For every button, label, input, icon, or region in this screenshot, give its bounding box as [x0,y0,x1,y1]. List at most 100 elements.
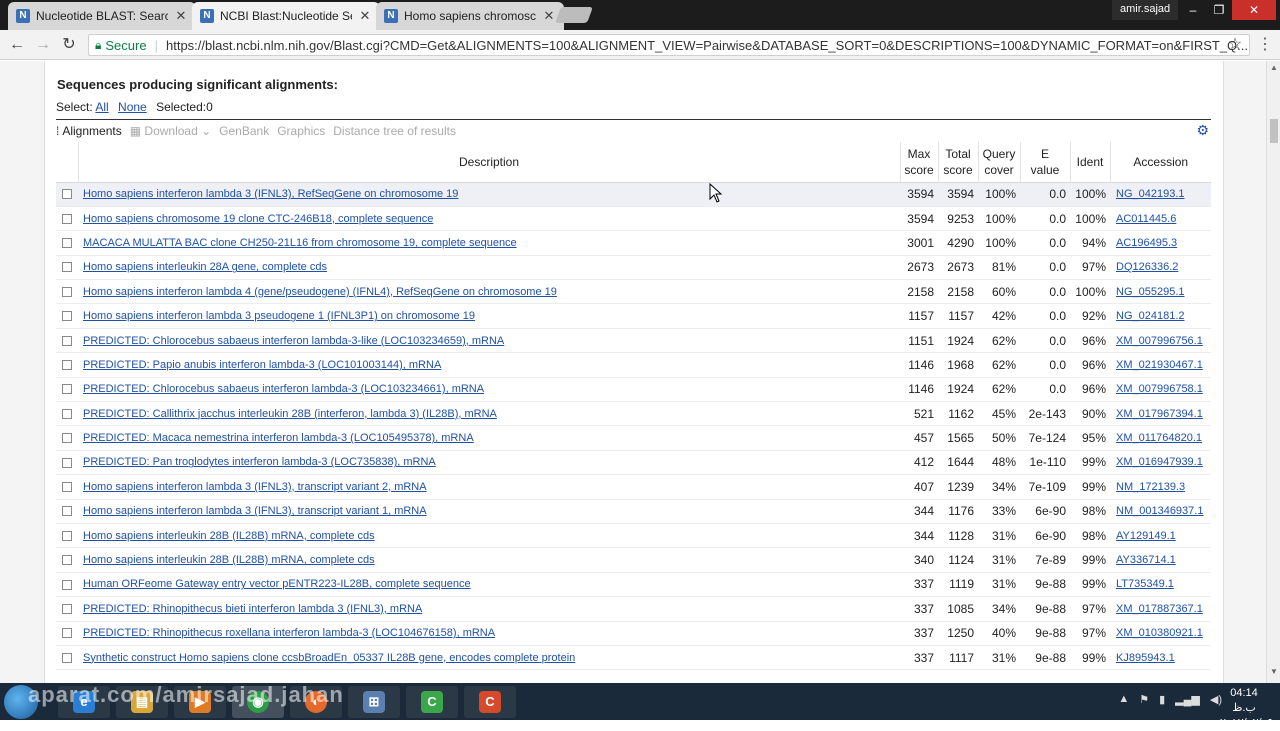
description-link[interactable]: PREDICTED: Chlorocebus sabaeus interfero… [83,335,504,347]
row-checkbox[interactable] [56,230,78,256]
description-link[interactable]: PREDICTED: Papio anubis interferon lambd… [83,359,441,371]
tab-homo-sapiens[interactable]: N Homo sapiens chromosc ✕ [376,2,564,30]
description-link[interactable]: Homo sapiens interferon lambda 3 (IFNL3)… [83,188,458,200]
system-clock[interactable]: 04:14 ب.ظ ۲۰۱۷/۰۲/۰۹ [1220,686,1273,731]
accession-link[interactable]: DQ126336.2 [1116,261,1178,273]
accession-link[interactable]: AC196495.3 [1116,237,1177,249]
row-checkbox[interactable] [56,474,78,500]
row-checkbox[interactable] [56,547,78,573]
tab-close-icon[interactable]: ✕ [358,8,372,24]
scroll-up-icon[interactable]: ▲ [1267,61,1280,75]
accession-link[interactable]: XM_017967394.1 [1116,408,1203,420]
alignments-button[interactable]: ⁞ Alignments [56,124,122,138]
accession-link[interactable]: XM_021930467.1 [1116,359,1203,371]
row-checkbox[interactable] [56,425,78,451]
taskbar-camtasia-green[interactable]: C [406,686,458,718]
profile-button[interactable]: amir.sajad [1112,0,1179,20]
col-max-score[interactable]: Max score [900,142,939,183]
description-link[interactable]: Homo sapiens interferon lambda 3 (IFNL3)… [83,505,427,517]
menu-icon[interactable]: ⋮ [1256,35,1274,55]
accession-link[interactable]: KJ895943.1 [1116,652,1175,664]
tray-arrow-icon[interactable]: ▲ [1118,693,1129,706]
accession-link[interactable]: NM_172139.3 [1116,481,1185,493]
window-close-icon[interactable]: ✕ [1232,0,1276,20]
description-link[interactable]: Homo sapiens interleukin 28B (IL28B) mRN… [83,554,375,566]
arrow-left-icon[interactable]: ← [6,35,28,55]
address-bar[interactable]: 🔒︎ Secure | https://blast.ncbi.nlm.nih.g… [88,34,1250,56]
row-checkbox[interactable] [56,450,78,476]
description-link[interactable]: Homo sapiens interferon lambda 3 (IFNL3)… [83,481,427,493]
accession-link[interactable]: NG_024181.2 [1116,310,1185,322]
row-checkbox[interactable] [56,303,78,329]
row-checkbox[interactable] [56,279,78,305]
description-link[interactable]: Homo sapiens interleukin 28A gene, compl… [83,261,327,273]
description-link[interactable]: PREDICTED: Pan troglodytes interferon la… [83,456,436,468]
row-checkbox[interactable] [56,621,78,646]
tab-blast-results[interactable]: N NCBI Blast:Nucleotide Se ✕ [192,2,380,30]
col-ident[interactable]: Ident [1070,142,1111,183]
distance-tree-link[interactable]: Distance tree of results [333,124,456,138]
row-checkbox[interactable] [56,206,78,232]
row-checkbox[interactable] [56,182,78,207]
tab-blast-search[interactable]: N Nucleotide BLAST: Searc ✕ [8,2,196,30]
graphics-link[interactable]: Graphics [277,124,325,138]
star-icon[interactable]: ☆ [1224,35,1246,55]
accession-link[interactable]: XM_007996756.1 [1116,335,1203,347]
row-checkbox[interactable] [56,523,78,549]
row-checkbox[interactable] [56,596,78,622]
description-link[interactable]: Homo sapiens chromosome 19 clone CTC-246… [83,213,433,225]
minimize-icon[interactable]: – [1180,0,1206,20]
download-button[interactable]: ▦ Download ⌄ [130,124,211,138]
col-total-score[interactable]: Total score [938,142,979,183]
signal-icon[interactable]: ▂▄▆ [1175,693,1200,706]
description-link[interactable]: Homo sapiens interferon lambda 4 (gene/p… [83,286,557,298]
row-checkbox[interactable] [56,645,78,671]
taskbar-network[interactable]: ⊞ [348,686,400,718]
reload-icon[interactable]: ↻ [58,35,80,55]
col-query-cover[interactable]: Query cover [978,142,1021,183]
accession-link[interactable]: AY129149.1 [1116,530,1176,542]
accession-link[interactable]: NG_055295.1 [1116,286,1185,298]
description-link[interactable]: PREDICTED: Macaca nemestrina interferon … [83,432,474,444]
accession-link[interactable]: AY336714.1 [1116,554,1176,566]
description-link[interactable]: PREDICTED: Chlorocebus sabaeus interfero… [83,383,484,395]
col-accession[interactable]: Accession [1110,142,1211,183]
description-link[interactable]: MACACA MULATTA BAC clone CH250-21L16 fro… [83,237,517,249]
description-link[interactable]: Homo sapiens interleukin 28B (IL28B) mRN… [83,530,375,542]
select-none-link[interactable]: None [118,100,147,114]
tray-flag-icon[interactable]: ⚑ [1139,693,1149,706]
genbank-link[interactable]: GenBank [219,124,269,138]
col-e-value[interactable]: Evalue [1020,142,1071,183]
tab-close-icon[interactable]: ✕ [542,8,556,24]
row-checkbox[interactable] [56,499,78,524]
description-link[interactable]: PREDICTED: Callithrix jacchus interleuki… [83,408,497,420]
accession-link[interactable]: LT735349.1 [1116,578,1174,590]
accession-link[interactable]: NG_042193.1 [1116,188,1185,200]
description-link[interactable]: PREDICTED: Rhinopithecus roxellana inter… [83,627,495,639]
row-checkbox[interactable] [56,328,78,354]
accession-link[interactable]: XM_017887367.1 [1116,603,1203,615]
accession-link[interactable]: NM_001346937.1 [1116,505,1203,517]
description-link[interactable]: Homo sapiens interferon lambda 3 pseudog… [83,310,475,322]
description-link[interactable]: Human ORFeome Gateway entry vector pENTR… [83,578,471,590]
col-description[interactable]: Description [78,142,901,183]
accession-link[interactable]: XM_011764820.1 [1116,432,1202,444]
taskbar-camtasia-red[interactable]: C [464,686,516,718]
row-checkbox[interactable] [56,572,78,598]
row-checkbox[interactable] [56,401,78,427]
tab-close-icon[interactable]: ✕ [174,8,188,24]
gear-icon[interactable]: ⚙ [1196,122,1209,139]
description-link[interactable]: PREDICTED: Rhinopithecus bieti interfero… [83,603,422,615]
battery-icon[interactable]: ▮ [1159,693,1165,706]
scroll-thumb[interactable] [1270,119,1278,143]
row-checkbox[interactable] [56,352,78,378]
new-tab-button[interactable] [555,7,593,23]
select-all-link[interactable]: All [95,100,108,114]
description-link[interactable]: Synthetic construct Homo sapiens clone c… [83,652,575,664]
row-checkbox[interactable] [56,377,78,403]
accession-link[interactable]: XM_016947939.1 [1116,456,1203,468]
row-checkbox[interactable] [56,255,78,281]
arrow-right-icon[interactable]: → [32,35,54,55]
page-scrollbar[interactable]: ▲ ▼ [1266,61,1280,683]
maximize-icon[interactable]: ❐ [1206,0,1232,20]
